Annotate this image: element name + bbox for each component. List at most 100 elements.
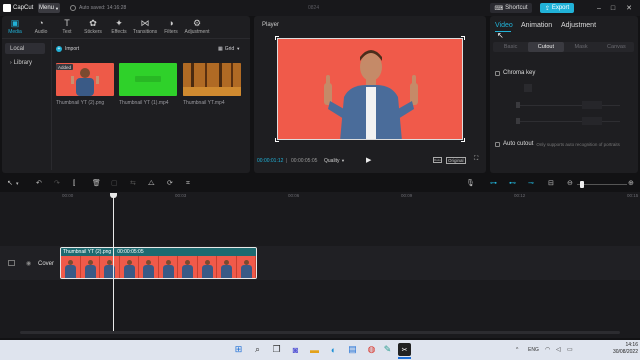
timeline-ruler[interactable] <box>0 192 640 202</box>
crop-handle[interactable] <box>275 138 279 142</box>
linkage-icon[interactable]: ⊷ <box>509 180 516 188</box>
tool-effects[interactable]: ✦ Effects <box>106 16 132 38</box>
media-thumb-green[interactable] <box>119 63 177 96</box>
subtab-basic[interactable]: Basic <box>493 42 528 52</box>
sidebar-item-local[interactable]: Local <box>5 43 45 54</box>
player-canvas[interactable] <box>277 38 463 140</box>
file-explorer-icon[interactable]: ▬ <box>308 343 321 356</box>
select-tool-icon[interactable]: ↖ <box>7 180 13 188</box>
slider-handle[interactable] <box>516 118 520 124</box>
zoom-out-icon[interactable]: ⊖ <box>567 180 573 188</box>
crop-handle[interactable] <box>461 36 465 40</box>
play-button[interactable]: ▶ <box>366 156 371 164</box>
store-icon[interactable]: ▤ <box>346 343 359 356</box>
intensity-input[interactable] <box>582 101 602 109</box>
keyboard-icon: ⌨ <box>494 5 504 12</box>
auto-cutout-checkbox[interactable] <box>495 141 500 147</box>
tool-stickers[interactable]: ✿ Stickers <box>80 16 106 38</box>
ruler-label: 00:06 <box>288 193 300 198</box>
zoom-slider-handle[interactable] <box>580 181 584 188</box>
lang-indicator[interactable]: ENG <box>528 347 539 353</box>
subtab-canvas[interactable]: Canvas <box>599 42 634 52</box>
playhead-handle[interactable] <box>110 193 117 198</box>
clip-frame <box>197 256 217 278</box>
view-selector[interactable]: ▦ Grid ▼ <box>218 44 240 53</box>
chroma-key-checkbox[interactable] <box>495 70 500 76</box>
zoom-in-icon[interactable]: ⊕ <box>628 180 634 188</box>
slider-handle[interactable] <box>516 102 520 108</box>
import-button[interactable]: + Import <box>56 44 79 53</box>
align-icon[interactable]: ⊟ <box>548 180 554 188</box>
sidebar-item-library[interactable]: › Library <box>5 57 45 68</box>
redo-icon[interactable]: ↷ <box>54 180 60 188</box>
mouse-cursor: ↖ <box>497 31 504 40</box>
paint-icon[interactable]: ✎ <box>381 343 394 356</box>
task-view-icon[interactable]: ❐ <box>270 343 283 356</box>
shortcut-button[interactable]: ⌨ Shortcut <box>490 3 532 13</box>
fullscreen-icon[interactable]: ⛶ <box>474 156 478 163</box>
tool-transitions[interactable]: ⋈ Transitions <box>132 16 158 38</box>
preview-axis-icon[interactable]: ⊸ <box>528 180 534 188</box>
playhead[interactable] <box>113 193 114 331</box>
quality-dropdown[interactable]: Quality ▼ <box>324 158 345 164</box>
intensity-slider[interactable] <box>520 105 620 106</box>
capcut-taskbar-icon[interactable]: ✂ <box>398 343 411 356</box>
color-picker[interactable] <box>524 84 532 92</box>
subtab-cutout[interactable]: Cutout <box>528 42 564 52</box>
close-icon[interactable]: ✕ <box>624 3 634 13</box>
tab-video[interactable]: Video <box>495 22 513 29</box>
tool-filters[interactable]: ◑ Filters <box>158 16 184 38</box>
ratio-button[interactable]: Ratio <box>433 157 442 163</box>
track-lock-icon[interactable] <box>8 260 15 266</box>
timeline-scrollbar[interactable] <box>20 331 620 334</box>
tab-animation[interactable]: Animation <box>521 22 552 29</box>
start-icon[interactable]: ⊞ <box>232 343 245 356</box>
undo-icon[interactable]: ↶ <box>36 180 42 188</box>
tool-audio[interactable]: ◔ Audio <box>28 16 54 38</box>
cover-button[interactable]: Cover <box>38 259 54 269</box>
auto-cutout-row[interactable]: Auto cutout Only supports auto recogniti… <box>495 141 620 147</box>
shadow-slider[interactable] <box>520 121 620 122</box>
freeze-icon[interactable]: ▢ <box>111 180 118 188</box>
microphone-icon[interactable]: 🎙 <box>466 180 475 188</box>
crop-handle[interactable] <box>275 36 279 40</box>
mute-icon[interactable]: ◉ <box>26 260 31 267</box>
media-thumb-forest[interactable] <box>183 63 241 96</box>
crop-icon[interactable]: ⌗ <box>186 180 190 188</box>
split-icon[interactable]: ⫿ <box>73 180 75 188</box>
volume-icon[interactable]: ◁ <box>556 346 561 353</box>
capcut-logo-icon <box>3 4 11 12</box>
reverse-icon[interactable]: ⇆ <box>130 180 136 188</box>
mirror-icon[interactable]: ⧍ <box>148 180 155 188</box>
system-clock[interactable]: 14:16 30/08/2022 <box>590 342 638 356</box>
chroma-key-row[interactable]: Chroma key <box>495 70 535 76</box>
menu-button[interactable]: Menu ▼ <box>38 3 60 13</box>
grid-icon: ▦ <box>218 45 223 52</box>
chevron-down-icon[interactable]: ▾ <box>16 180 19 188</box>
wifi-icon[interactable]: ◠ <box>545 346 550 353</box>
chat-icon[interactable]: ◙ <box>289 343 302 356</box>
subtab-mask[interactable]: Mask <box>564 42 599 52</box>
timeline-clip[interactable]: Thumbnail YT (2).png 00:00:05:05 <box>60 247 257 279</box>
zoom-slider[interactable] <box>577 184 627 185</box>
edge-icon[interactable]: ◐ <box>327 343 340 356</box>
shadow-input[interactable] <box>582 117 602 125</box>
maximize-icon[interactable]: □ <box>608 3 618 13</box>
rotate-icon[interactable]: ⟳ <box>167 180 173 188</box>
battery-icon[interactable]: ▭ <box>567 346 573 353</box>
original-button[interactable]: Original <box>446 157 466 164</box>
crop-handle[interactable] <box>461 138 465 142</box>
search-icon[interactable]: ⌕ <box>251 343 264 356</box>
tray-chevron-icon[interactable]: ^ <box>516 347 518 353</box>
magnet-icon[interactable]: ⊶ <box>490 180 497 188</box>
tool-media[interactable]: ▣ Media <box>2 16 28 38</box>
tool-text[interactable]: T Text <box>54 16 80 38</box>
tab-adjustment[interactable]: Adjustment <box>561 22 596 29</box>
current-time: 00:00:01:12 <box>257 158 284 164</box>
export-button[interactable]: ⇪ Export <box>540 3 574 13</box>
tool-adjustment[interactable]: ⚙ Adjustment <box>184 16 210 38</box>
minimize-icon[interactable]: – <box>594 3 604 13</box>
chevron-down-icon: ▼ <box>340 158 345 163</box>
chrome-icon[interactable]: ◍ <box>365 343 378 356</box>
delete-icon[interactable]: 🗑 <box>92 180 101 188</box>
